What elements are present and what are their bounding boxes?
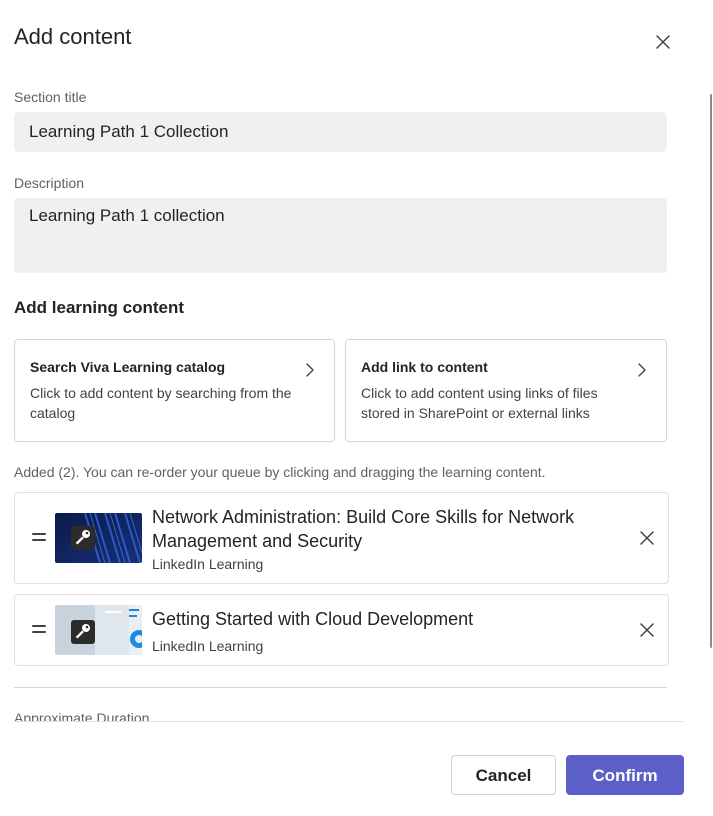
close-button[interactable] — [651, 30, 675, 54]
section-title-input[interactable]: Learning Path 1 Collection — [14, 112, 667, 152]
description-input[interactable]: Learning Path 1 collection — [14, 198, 667, 273]
approximate-duration-label: Approximate Duration — [14, 710, 150, 721]
queue-note: Added (2). You can re-order your queue b… — [14, 464, 546, 480]
close-icon — [656, 35, 670, 49]
confirm-button[interactable]: Confirm — [566, 755, 684, 795]
dialog-title: Add content — [14, 24, 132, 49]
add-link-card-title: Add link to content — [361, 359, 488, 375]
section-divider — [14, 687, 667, 688]
add-link-card-description: Click to add content using links of file… — [361, 385, 598, 421]
cancel-button[interactable]: Cancel — [451, 755, 556, 795]
chevron-right-icon — [306, 363, 314, 377]
search-catalog-card-description: Click to add content by searching from t… — [30, 385, 292, 421]
chevron-right-icon — [638, 363, 646, 377]
drag-handle-icon[interactable] — [32, 625, 46, 635]
add-link-card[interactable]: Add link to content Click to add content… — [345, 339, 667, 442]
close-icon — [640, 623, 654, 637]
queue-item-provider: LinkedIn Learning — [152, 556, 264, 572]
queue-item[interactable]: Network Administration: Build Core Skill… — [14, 492, 669, 584]
queue-item-provider: LinkedIn Learning — [152, 638, 264, 654]
search-catalog-card-title: Search Viva Learning catalog — [30, 359, 226, 375]
course-thumbnail — [55, 605, 142, 655]
queue-item-title: Network Administration: Build Core Skill… — [152, 507, 575, 551]
drag-handle-icon[interactable] — [32, 533, 46, 543]
section-title-label: Section title — [14, 89, 87, 105]
remove-item-button[interactable] — [637, 528, 657, 548]
remove-item-button[interactable] — [637, 620, 657, 640]
search-catalog-card[interactable]: Search Viva Learning catalog Click to ad… — [14, 339, 335, 442]
course-thumbnail — [55, 513, 142, 563]
queue-item[interactable]: Getting Started with Cloud Development L… — [14, 594, 669, 666]
add-content-dialog: Add content Section title Learning Path … — [0, 0, 713, 816]
footer-divider — [14, 721, 684, 722]
add-learning-content-heading: Add learning content — [14, 298, 184, 317]
close-icon — [640, 531, 654, 545]
vertical-scrollbar[interactable] — [710, 94, 712, 648]
description-label: Description — [14, 175, 85, 191]
queue-item-title: Getting Started with Cloud Development — [152, 609, 474, 629]
